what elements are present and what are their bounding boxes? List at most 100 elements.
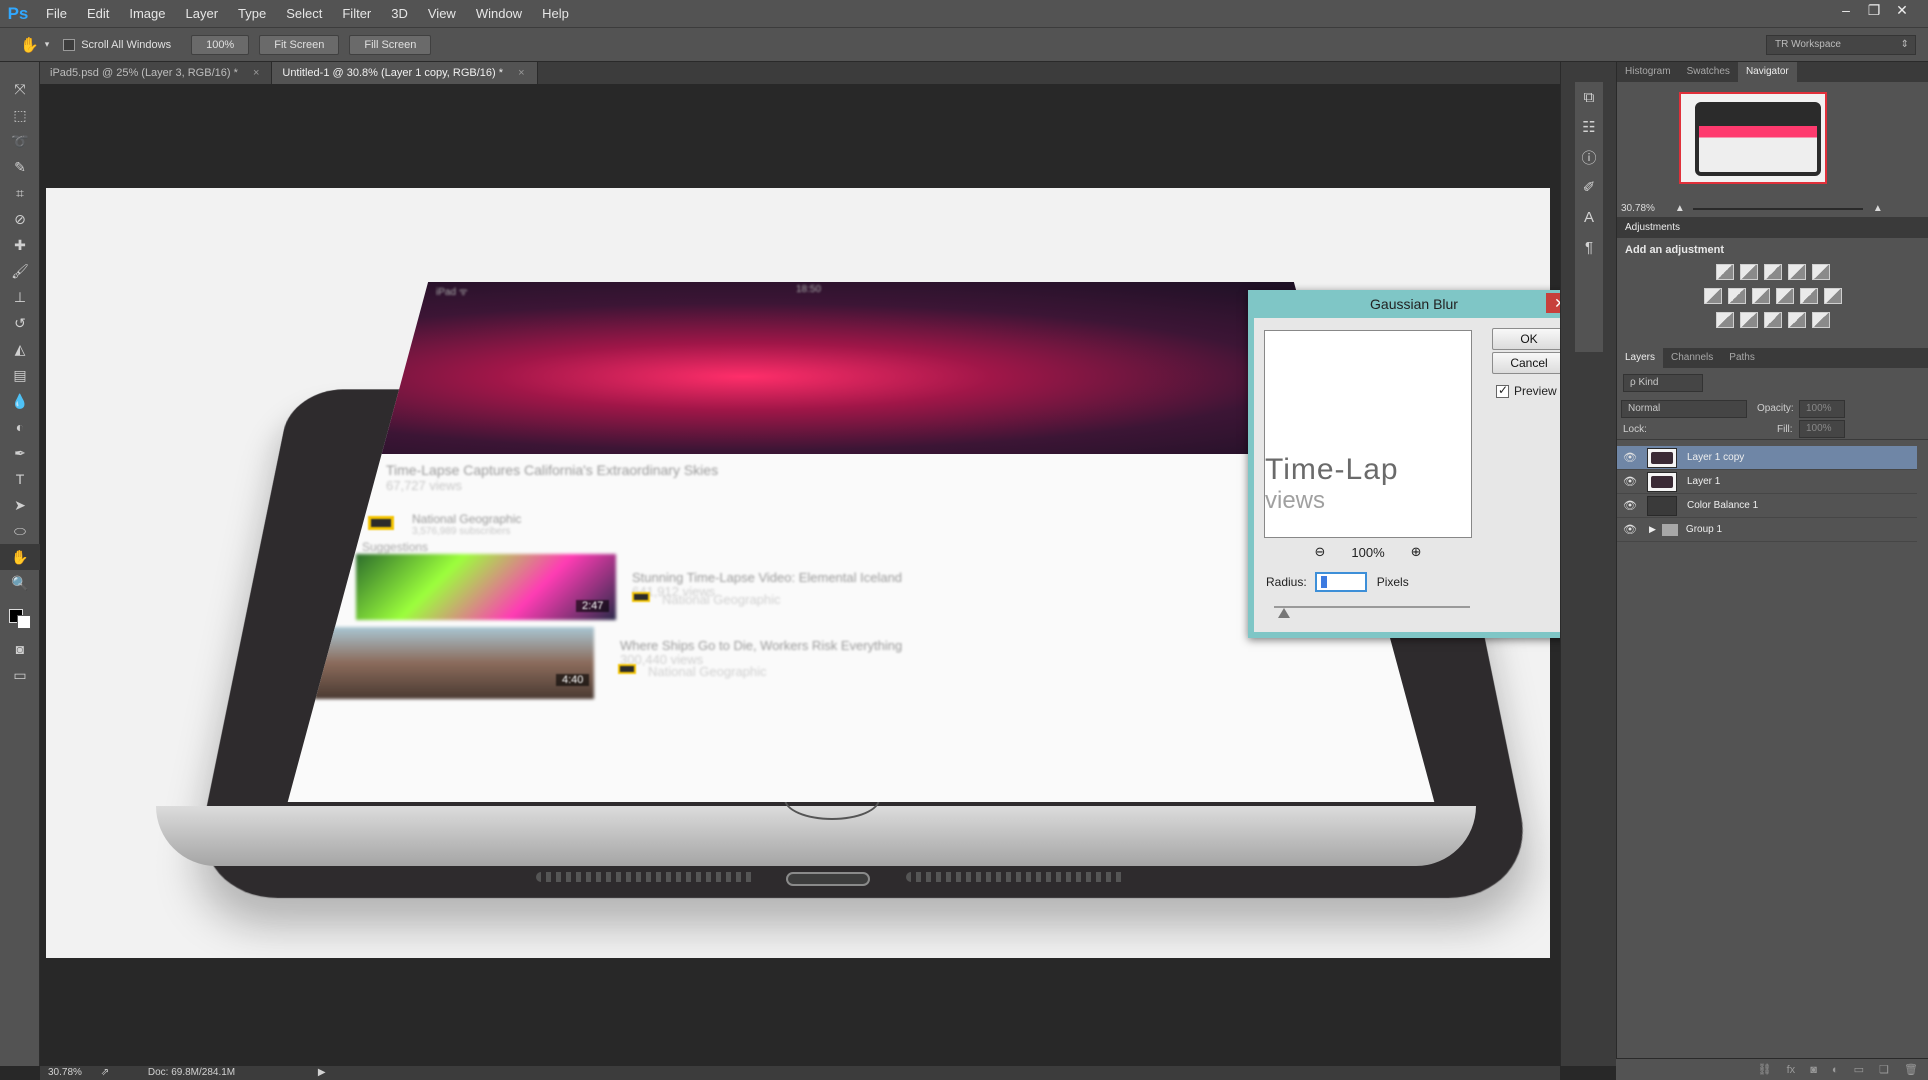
color-balance-icon[interactable] (1727, 288, 1746, 304)
history-brush-icon[interactable]: ↺ (0, 310, 40, 336)
menu-type[interactable]: Type (228, 0, 276, 28)
black-white-icon[interactable] (1751, 288, 1770, 304)
eye-icon[interactable]: 👁 (1617, 475, 1643, 488)
menu-3d[interactable]: 3D (381, 0, 418, 28)
radius-slider-track[interactable] (1274, 606, 1470, 608)
info-panel-icon[interactable]: ⓘ (1575, 142, 1603, 172)
close-button[interactable]: ✕ (1888, 0, 1916, 20)
dialog-title-bar[interactable]: Gaussian Blur ✕ (1248, 290, 1580, 318)
tab-histogram[interactable]: Histogram (1617, 62, 1679, 82)
layer-row[interactable]: 👁 Color Balance 1 (1617, 494, 1917, 518)
tab-channels[interactable]: Channels (1663, 348, 1721, 368)
tab-ipad5[interactable]: iPad5.psd @ 25% (Layer 3, RGB/16) * × (40, 62, 273, 84)
tool-preset-chevron-icon[interactable]: ▾ (45, 39, 50, 50)
posterize-icon[interactable] (1739, 312, 1758, 328)
radius-slider-thumb[interactable] (1278, 608, 1290, 618)
eye-icon[interactable]: 👁 (1617, 499, 1643, 512)
blur-icon[interactable]: 💧 (0, 388, 40, 414)
fill-input[interactable]: 100% (1799, 420, 1845, 438)
layer-row[interactable]: 👁 Layer 1 copy (1617, 446, 1917, 470)
marquee-icon[interactable]: ⬚ (0, 102, 40, 128)
toolbar-grip[interactable] (0, 62, 39, 76)
radius-input[interactable] (1314, 572, 1367, 592)
crop-icon[interactable]: ⌗ (0, 180, 40, 206)
pen-icon[interactable]: ✒ (0, 440, 40, 466)
navigator-thumbnail[interactable] (1679, 92, 1827, 184)
blend-mode-select[interactable]: Normal (1621, 400, 1747, 418)
quick-mask-icon[interactable]: ◙ (0, 636, 40, 662)
quick-select-icon[interactable]: ✎ (0, 154, 40, 180)
ellipse-icon[interactable]: ⬭ (0, 518, 40, 544)
zoom-out-icon[interactable]: ⊖ (1314, 544, 1325, 560)
status-menu-arrow-icon[interactable]: ▶ (318, 1067, 326, 1078)
move-icon[interactable]: ⤧ (0, 76, 40, 102)
paragraph-panel-icon[interactable]: ¶ (1575, 232, 1603, 262)
brush-icon[interactable]: 🖌 (0, 258, 40, 284)
lasso-icon[interactable]: ➰ (0, 128, 40, 154)
ok-button[interactable]: OK (1492, 328, 1566, 350)
cancel-button[interactable]: Cancel (1492, 352, 1566, 374)
fit-screen-button[interactable]: Fit Screen (259, 34, 340, 55)
zoom-in-icon[interactable]: ⊕ (1411, 544, 1422, 560)
adjustments-panel-title[interactable]: Adjustments (1617, 218, 1928, 238)
status-zoom[interactable]: 30.78% (48, 1067, 82, 1078)
export-icon[interactable]: ⇗ (101, 1067, 109, 1078)
gradient-map-icon[interactable] (1811, 312, 1830, 328)
navigator-zoom-value[interactable]: 30.78% (1621, 203, 1655, 214)
levels-icon[interactable] (1739, 264, 1758, 280)
tab-untitled-1[interactable]: Untitled-1 @ 30.8% (Layer 1 copy, RGB/16… (272, 62, 538, 84)
opacity-input[interactable]: 100% (1799, 400, 1845, 418)
zoom-icon[interactable]: 🔍 (0, 570, 40, 596)
close-tab-icon[interactable]: × (518, 67, 524, 79)
zoom-in-icon[interactable]: ▲ (1873, 203, 1883, 214)
color-lookup-icon[interactable] (1823, 288, 1842, 304)
layer-row[interactable]: 👁 ▶ Group 1 (1617, 518, 1917, 542)
hand-icon[interactable]: ✋ (20, 36, 39, 54)
dodge-icon[interactable]: ◐ (0, 414, 40, 440)
eyedropper-icon[interactable]: ⊘ (0, 206, 40, 232)
gradient-icon[interactable]: ▤ (0, 362, 40, 388)
type-icon[interactable]: T (0, 466, 40, 492)
eye-icon[interactable]: 👁 (1617, 451, 1643, 464)
link-layers-icon[interactable]: ⛓ (1758, 1064, 1772, 1076)
color-swatches-icon[interactable] (0, 596, 40, 636)
eye-icon[interactable]: 👁 (1617, 523, 1643, 536)
curves-icon[interactable] (1763, 264, 1782, 280)
hue-saturation-icon[interactable] (1703, 288, 1722, 304)
eraser-icon[interactable]: ◭ (0, 336, 40, 362)
exposure-icon[interactable] (1787, 264, 1806, 280)
path-select-icon[interactable]: ➤ (0, 492, 40, 518)
tab-paths[interactable]: Paths (1721, 348, 1763, 368)
adjustment-layer-icon[interactable]: ◐ (1832, 1064, 1839, 1076)
menu-view[interactable]: View (418, 0, 466, 28)
fx-icon[interactable]: fx (1787, 1064, 1796, 1076)
menu-window[interactable]: Window (466, 0, 532, 28)
channel-mixer-icon[interactable] (1799, 288, 1818, 304)
tab-swatches[interactable]: Swatches (1679, 62, 1738, 82)
canvas-area[interactable]: iPad ᯤ 18:50 Time-Lapse Captures Califor… (40, 84, 1580, 1066)
brush-panel-icon[interactable]: ✐ (1575, 172, 1603, 202)
workspace-select[interactable]: TR Workspace ⇕ (1766, 35, 1916, 55)
threshold-icon[interactable] (1763, 312, 1782, 328)
navigator-zoom-slider[interactable] (1692, 207, 1863, 210)
history-panel-icon[interactable]: ⧉ (1575, 82, 1603, 112)
healing-icon[interactable]: ✚ (0, 232, 40, 258)
minimize-button[interactable]: – (1832, 0, 1860, 20)
tab-navigator[interactable]: Navigator (1737, 62, 1797, 82)
layer-row[interactable]: 👁 Layer 1 (1617, 470, 1917, 494)
selective-color-icon[interactable] (1787, 312, 1806, 328)
tab-layers[interactable]: Layers (1617, 348, 1664, 368)
menu-edit[interactable]: Edit (77, 0, 119, 28)
scroll-all-windows-checkbox[interactable]: Scroll All Windows (63, 38, 171, 51)
photo-filter-icon[interactable] (1775, 288, 1794, 304)
menu-layer[interactable]: Layer (176, 0, 229, 28)
vibrance-icon[interactable] (1811, 264, 1830, 280)
mask-icon[interactable]: ◙ (1810, 1064, 1817, 1076)
menu-filter[interactable]: Filter (332, 0, 381, 28)
menu-select[interactable]: Select (276, 0, 332, 28)
menu-image[interactable]: Image (119, 0, 175, 28)
zoom-out-icon[interactable]: ▲ (1675, 203, 1685, 214)
zoom-100-button[interactable]: 100% (191, 34, 250, 55)
checkbox-box[interactable] (1496, 383, 1509, 398)
character-panel-icon[interactable]: A (1575, 202, 1603, 232)
